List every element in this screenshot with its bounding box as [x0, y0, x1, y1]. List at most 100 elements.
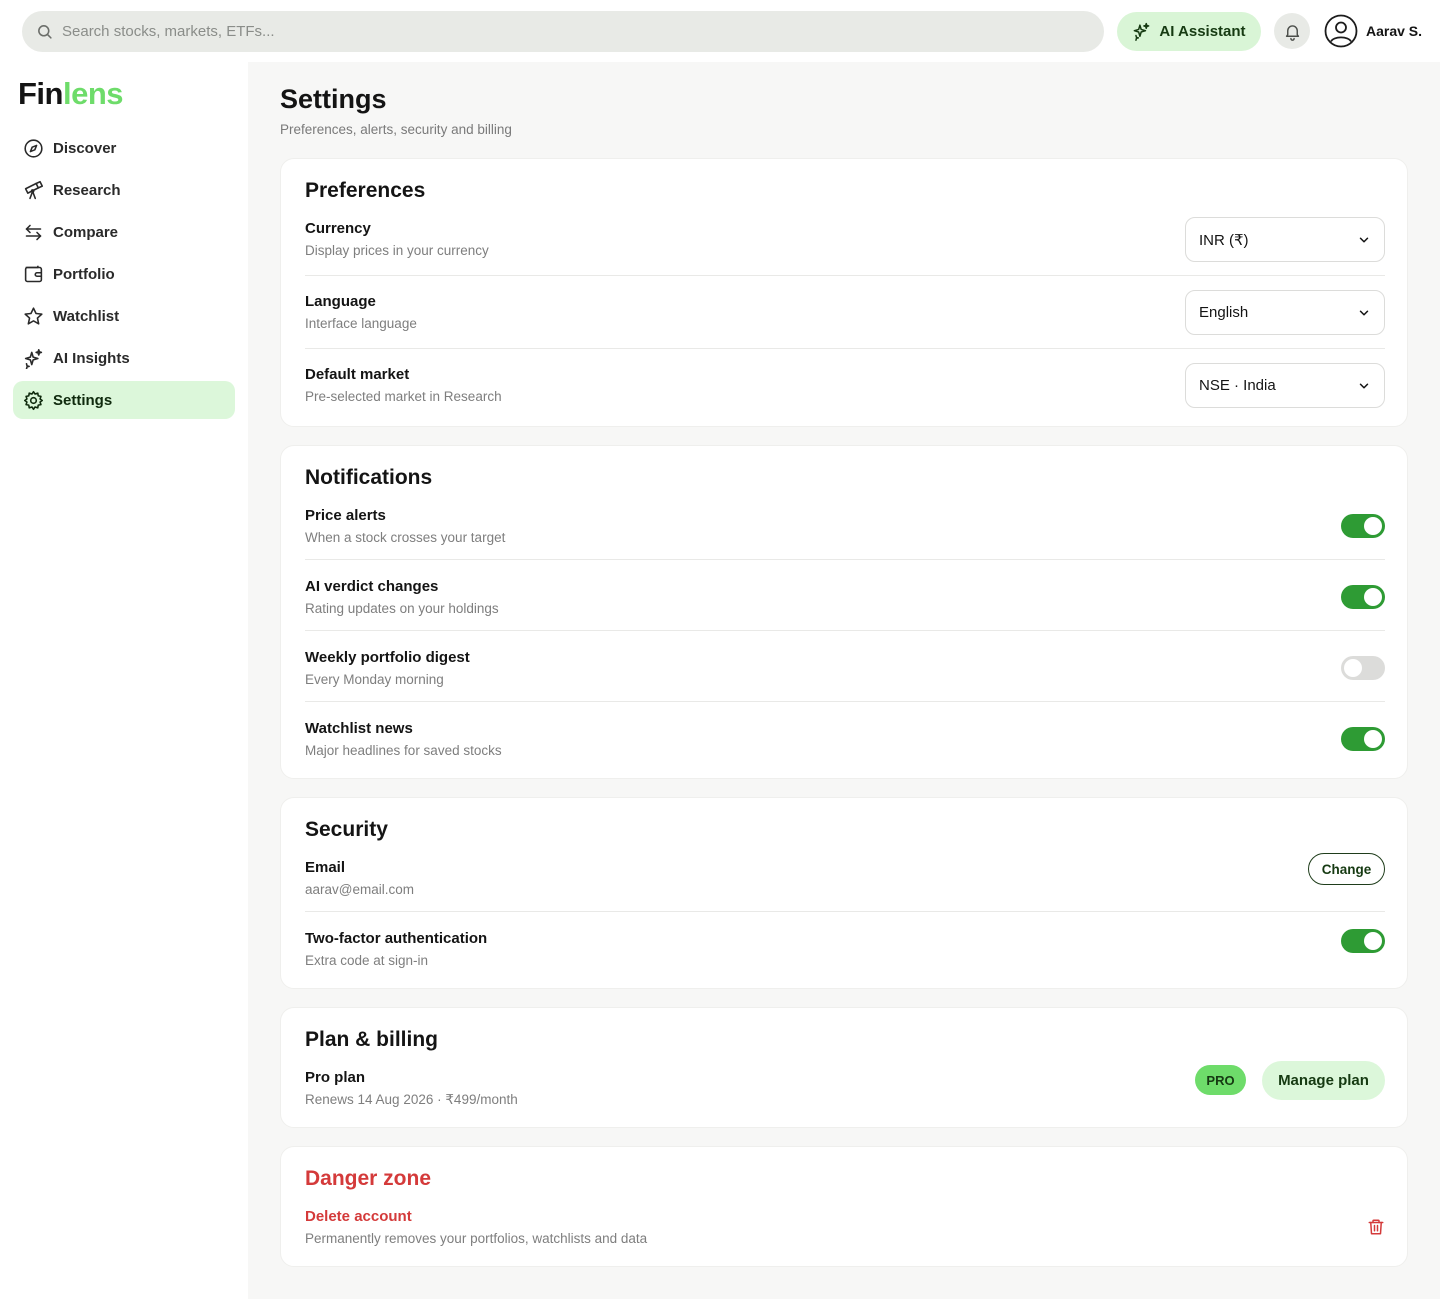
sidebar-item-settings[interactable]: Settings — [13, 381, 235, 419]
default-market-row: Default market Pre-selected market in Re… — [305, 363, 1385, 411]
watchlist-news-row: Watchlist news Major headlines for saved… — [305, 720, 1385, 760]
sidebar-item-label: AI Insights — [53, 349, 130, 367]
page-subtitle: Preferences, alerts, security and billin… — [280, 122, 512, 137]
divider — [305, 559, 1385, 560]
delete-account-row: Delete account Permanently removes your … — [305, 1208, 1385, 1248]
watchlist-news-desc: Major headlines for saved stocks — [305, 743, 502, 758]
default-market-label: Default market — [305, 366, 410, 383]
sidebar-item-label: Portfolio — [53, 265, 115, 283]
bell-icon — [1285, 24, 1299, 41]
arrows-icon — [25, 224, 42, 240]
currency-value: INR (₹) — [1199, 231, 1249, 249]
delete-account-label[interactable]: Delete account — [305, 1208, 412, 1225]
ai-verdict-row: AI verdict changes Rating updates on you… — [305, 578, 1385, 618]
email-row: Email aarav@email.com Change — [305, 853, 1385, 899]
avatar-icon — [1324, 14, 1358, 48]
danger-zone-card: Danger zone Delete account Permanently r… — [280, 1146, 1408, 1267]
sparkles-icon — [1134, 22, 1150, 41]
user-name: Aarav S. — [1366, 23, 1423, 39]
sparkles-icon — [24, 348, 43, 369]
sidebar-item-label: Discover — [53, 139, 117, 157]
chevron-down-icon — [1359, 237, 1369, 243]
pro-badge: PRO — [1195, 1065, 1246, 1095]
logo-text-fin: Fin — [18, 76, 64, 111]
currency-label: Currency — [305, 220, 371, 237]
weekly-digest-row: Weekly portfolio digest Every Monday mor… — [305, 649, 1385, 689]
default-market-value: NSE · India — [1199, 377, 1276, 394]
search-icon — [38, 25, 52, 39]
billing-title: Plan & billing — [305, 1028, 439, 1051]
page-title: Settings — [280, 84, 387, 114]
security-title: Security — [305, 818, 388, 841]
user-menu[interactable]: Aarav S. — [1324, 14, 1422, 48]
top-bar: AI Assistant Aarav S. — [0, 0, 1440, 62]
security-card: Security Email aarav@email.com Change Tw… — [280, 797, 1408, 989]
chevron-down-icon — [1359, 310, 1369, 316]
preferences-card: Preferences Currency Display prices in y… — [280, 158, 1408, 427]
manage-plan-button[interactable]: Manage plan — [1262, 1061, 1385, 1100]
price-alerts-label: Price alerts — [305, 507, 386, 524]
toggle-knob — [1364, 730, 1382, 748]
divider — [305, 275, 1385, 276]
sidebar-item-discover[interactable]: Discover — [13, 129, 235, 167]
compass-icon — [24, 138, 43, 158]
default-market-select[interactable]: NSE · India — [1185, 363, 1385, 408]
sidebar-item-label: Research — [53, 181, 121, 199]
two-factor-label: Two-factor authentication — [305, 930, 488, 947]
ai-verdict-desc: Rating updates on your holdings — [305, 601, 499, 616]
logo-text-lens: lens — [63, 76, 124, 111]
toggle-knob — [1364, 517, 1382, 535]
sidebar-nav: Discover Research Compare Portfolio Watc… — [13, 129, 235, 423]
language-desc: Interface language — [305, 316, 417, 331]
plan-desc: Renews 14 Aug 2026 · ₹499/month — [305, 1092, 518, 1107]
main-content: Settings Preferences, alerts, security a… — [248, 62, 1440, 1299]
plan-row: Pro plan Renews 14 Aug 2026 · ₹499/month… — [305, 1061, 1385, 1109]
divider — [305, 701, 1385, 702]
currency-select[interactable]: INR (₹) — [1185, 217, 1385, 262]
email-value: aarav@email.com — [305, 882, 414, 897]
sidebar-item-watchlist[interactable]: Watchlist — [13, 297, 235, 335]
default-market-desc: Pre-selected market in Research — [305, 389, 502, 404]
price-alerts-toggle[interactable] — [1341, 514, 1385, 538]
delete-account-button[interactable] — [1367, 1218, 1385, 1236]
chevron-down-icon — [1359, 383, 1369, 389]
ai-verdict-toggle[interactable] — [1341, 585, 1385, 609]
language-select[interactable]: English — [1185, 290, 1385, 335]
watchlist-news-toggle[interactable] — [1341, 727, 1385, 751]
sidebar-item-portfolio[interactable]: Portfolio — [13, 255, 235, 293]
change-email-button[interactable]: Change — [1308, 853, 1385, 885]
price-alerts-row: Price alerts When a stock crosses your t… — [305, 507, 1385, 547]
ai-assistant-button[interactable]: AI Assistant — [1117, 12, 1261, 51]
telescope-icon — [24, 180, 44, 199]
search-input[interactable] — [62, 23, 962, 40]
two-factor-toggle[interactable] — [1341, 929, 1385, 953]
currency-desc: Display prices in your currency — [305, 243, 489, 258]
price-alerts-desc: When a stock crosses your target — [305, 530, 506, 545]
sidebar-item-label: Compare — [53, 223, 119, 241]
star-icon — [24, 306, 43, 325]
weekly-digest-toggle[interactable] — [1341, 656, 1385, 680]
language-value: English — [1199, 304, 1249, 321]
notifications-button[interactable] — [1274, 13, 1310, 49]
delete-account-desc: Permanently removes your portfolios, wat… — [305, 1231, 648, 1246]
search-bar[interactable] — [22, 11, 1104, 52]
gear-icon — [23, 390, 44, 410]
currency-row: Currency Display prices in your currency… — [305, 217, 1385, 265]
toggle-knob — [1344, 659, 1362, 677]
notifications-title: Notifications — [305, 466, 433, 489]
preferences-title: Preferences — [305, 179, 426, 202]
sidebar-item-compare[interactable]: Compare — [13, 213, 235, 251]
danger-zone-title: Danger zone — [305, 1167, 432, 1190]
two-factor-desc: Extra code at sign-in — [305, 953, 429, 968]
billing-card: Plan & billing Pro plan Renews 14 Aug 20… — [280, 1007, 1408, 1128]
divider — [305, 630, 1385, 631]
language-label: Language — [305, 293, 376, 310]
sidebar-item-research[interactable]: Research — [13, 171, 235, 209]
sidebar-item-ai-insights[interactable]: AI Insights — [13, 339, 235, 377]
wallet-icon — [24, 265, 43, 282]
toggle-knob — [1364, 932, 1382, 950]
divider — [305, 911, 1385, 912]
ai-verdict-label: AI verdict changes — [305, 578, 439, 595]
plan-label: Pro plan — [305, 1069, 366, 1086]
app-logo[interactable]: Finlens — [18, 76, 124, 112]
